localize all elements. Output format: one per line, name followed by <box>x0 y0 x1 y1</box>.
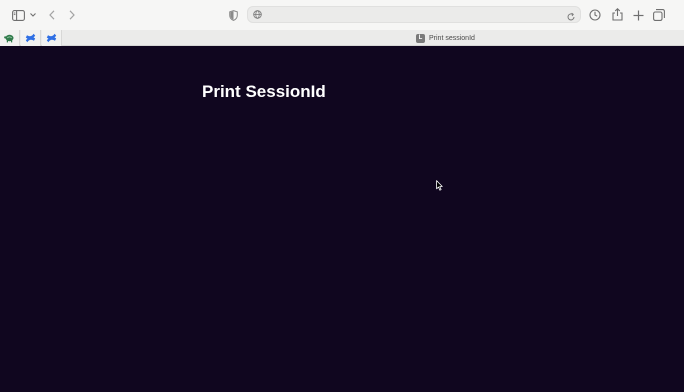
confluence-favicon-icon <box>25 33 36 43</box>
mouse-cursor-icon <box>436 180 443 191</box>
globe-icon <box>253 10 262 19</box>
pinned-tab-3[interactable] <box>42 30 62 46</box>
address-bar[interactable] <box>247 6 581 23</box>
plus-icon <box>633 10 643 20</box>
back-button[interactable] <box>47 8 57 22</box>
pinned-tab-2[interactable] <box>21 30 41 46</box>
privacy-report-button[interactable] <box>227 8 239 22</box>
tab-overview-button[interactable] <box>652 8 666 22</box>
forward-button[interactable] <box>67 8 77 22</box>
page-title: Print SessionId <box>202 82 326 101</box>
active-tab-title: Print sessionId <box>429 34 475 42</box>
shield-icon <box>228 9 238 21</box>
chevron-down-icon <box>30 13 36 17</box>
confluence-favicon-icon <box>46 33 57 43</box>
url-input[interactable] <box>266 7 556 22</box>
share-icon <box>611 8 623 21</box>
tab-bar: L Print sessionId <box>0 30 684 46</box>
active-tab[interactable]: L Print sessionId <box>416 32 475 44</box>
sidebar-icon <box>11 9 25 21</box>
chevron-right-icon <box>69 10 75 20</box>
share-button[interactable] <box>610 7 624 22</box>
history-button[interactable] <box>588 8 602 22</box>
reload-button[interactable] <box>566 9 576 27</box>
page-content: Print SessionId <box>0 46 684 392</box>
reload-icon <box>567 12 575 21</box>
chevron-left-icon <box>49 10 55 20</box>
browser-toolbar <box>0 0 684 30</box>
pinned-tab-1[interactable] <box>0 30 20 46</box>
clock-icon <box>589 9 601 21</box>
tab-favicon-icon: L <box>416 33 425 43</box>
tab-overview-icon <box>653 9 665 21</box>
new-tab-button[interactable] <box>631 8 645 22</box>
turtle-favicon-icon <box>4 34 14 43</box>
sidebar-toggle-button[interactable] <box>10 8 26 22</box>
tab-groups-chevron-button[interactable] <box>29 10 37 20</box>
